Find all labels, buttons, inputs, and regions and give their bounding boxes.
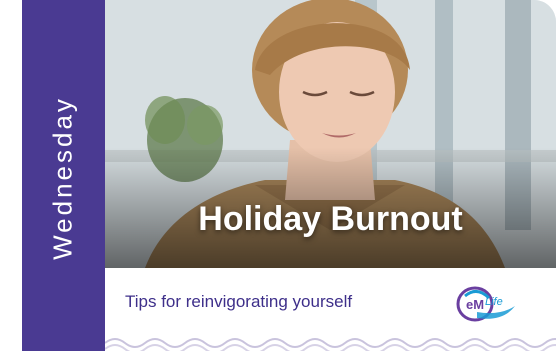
emlife-logo-icon: eM Life bbox=[455, 284, 517, 324]
subtitle: Tips for reinvigorating yourself bbox=[125, 292, 353, 311]
logo-mark: eM bbox=[466, 297, 484, 312]
wellness-card: Wednesday Holiday Burnout Tips for reinv… bbox=[0, 0, 556, 351]
caption-strip: Tips for reinvigorating yourself eM Life bbox=[105, 268, 556, 351]
headline: Holiday Burnout bbox=[198, 200, 463, 238]
wave-pattern bbox=[105, 338, 556, 351]
hero-photo: Holiday Burnout bbox=[105, 0, 556, 268]
logo-word: Life bbox=[485, 296, 503, 308]
day-label: Wednesday bbox=[47, 96, 78, 260]
